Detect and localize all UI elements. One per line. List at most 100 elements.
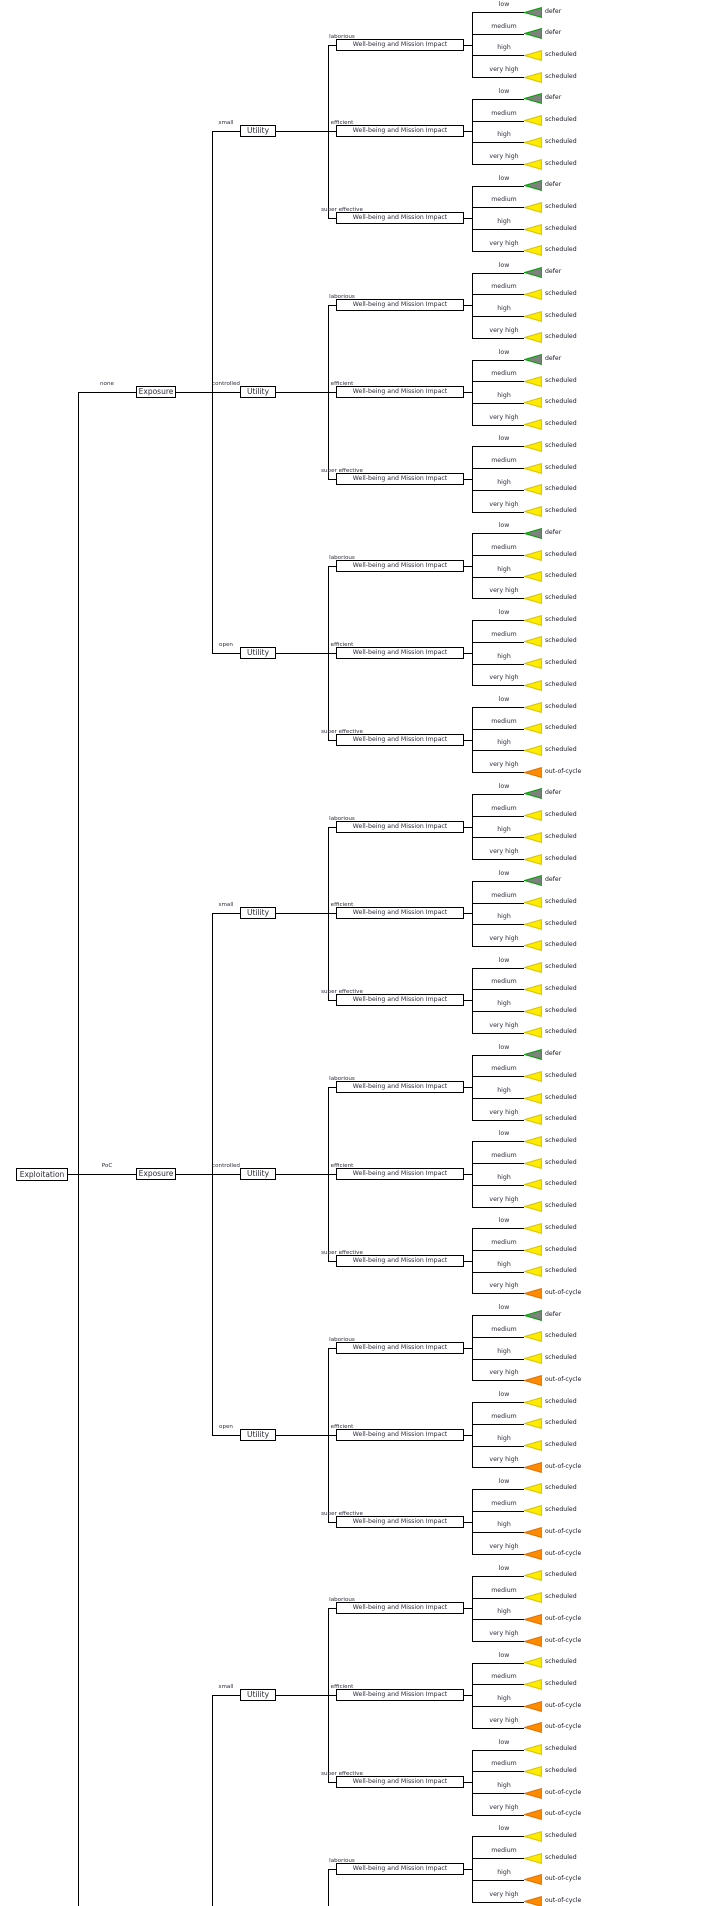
outcome-scheduled[interactable]: scheduled [524,1201,577,1212]
node-root-exploitation[interactable]: Exploitation [16,1168,68,1181]
node-utility[interactable]: Utility [240,125,276,137]
outcome-out-of-cycle[interactable]: out-of-cycle [524,1375,581,1386]
outcome-scheduled[interactable]: scheduled [524,1353,577,1364]
outcome-scheduled[interactable]: scheduled [524,832,577,843]
outcome-out-of-cycle[interactable]: out-of-cycle [524,1722,581,1733]
node-wellbeing-mission-impact[interactable]: Well-being and Mission Impact [336,1429,464,1441]
outcome-scheduled[interactable]: scheduled [524,50,577,61]
outcome-scheduled[interactable]: scheduled [524,1093,577,1104]
outcome-scheduled[interactable]: scheduled [524,137,577,148]
outcome-scheduled[interactable]: scheduled [524,810,577,821]
outcome-scheduled[interactable]: scheduled [524,1006,577,1017]
outcome-scheduled[interactable]: scheduled [524,1505,577,1516]
outcome-scheduled[interactable]: scheduled [524,1831,577,1842]
outcome-defer[interactable]: defer [524,267,561,278]
outcome-scheduled[interactable]: scheduled [524,1483,577,1494]
outcome-out-of-cycle[interactable]: out-of-cycle [524,1549,581,1560]
node-utility[interactable]: Utility [240,907,276,919]
node-wellbeing-mission-impact[interactable]: Well-being and Mission Impact [336,39,464,51]
outcome-scheduled[interactable]: scheduled [524,593,577,604]
outcome-scheduled[interactable]: scheduled [524,919,577,930]
outcome-scheduled[interactable]: scheduled [524,397,577,408]
outcome-scheduled[interactable]: scheduled [524,376,577,387]
outcome-defer[interactable]: defer [524,354,561,365]
node-wellbeing-mission-impact[interactable]: Well-being and Mission Impact [336,1255,464,1267]
outcome-scheduled[interactable]: scheduled [524,115,577,126]
outcome-out-of-cycle[interactable]: out-of-cycle [524,1701,581,1712]
outcome-out-of-cycle[interactable]: out-of-cycle [524,767,581,778]
node-exposure[interactable]: Exposure [136,1168,176,1180]
outcome-scheduled[interactable]: scheduled [524,1331,577,1342]
node-wellbeing-mission-impact[interactable]: Well-being and Mission Impact [336,560,464,572]
outcome-defer[interactable]: defer [524,788,561,799]
node-utility[interactable]: Utility [240,386,276,398]
outcome-scheduled[interactable]: scheduled [524,224,577,235]
outcome-scheduled[interactable]: scheduled [524,1027,577,1038]
node-utility[interactable]: Utility [240,1429,276,1441]
node-wellbeing-mission-impact[interactable]: Well-being and Mission Impact [336,1168,464,1180]
outcome-defer[interactable]: defer [524,93,561,104]
outcome-defer[interactable]: defer [524,1310,561,1321]
outcome-out-of-cycle[interactable]: out-of-cycle [524,1636,581,1647]
outcome-scheduled[interactable]: scheduled [524,1679,577,1690]
outcome-scheduled[interactable]: scheduled [524,1114,577,1125]
node-wellbeing-mission-impact[interactable]: Well-being and Mission Impact [336,1342,464,1354]
outcome-scheduled[interactable]: scheduled [524,680,577,691]
node-wellbeing-mission-impact[interactable]: Well-being and Mission Impact [336,907,464,919]
outcome-scheduled[interactable]: scheduled [524,1158,577,1169]
outcome-scheduled[interactable]: scheduled [524,745,577,756]
outcome-out-of-cycle[interactable]: out-of-cycle [524,1462,581,1473]
outcome-scheduled[interactable]: scheduled [524,1440,577,1451]
outcome-defer[interactable]: defer [524,528,561,539]
outcome-out-of-cycle[interactable]: out-of-cycle [524,1527,581,1538]
outcome-scheduled[interactable]: scheduled [524,571,577,582]
outcome-scheduled[interactable]: scheduled [524,1223,577,1234]
outcome-defer[interactable]: defer [524,180,561,191]
node-wellbeing-mission-impact[interactable]: Well-being and Mission Impact [336,1602,464,1614]
outcome-scheduled[interactable]: scheduled [524,245,577,256]
node-wellbeing-mission-impact[interactable]: Well-being and Mission Impact [336,473,464,485]
outcome-scheduled[interactable]: scheduled [524,658,577,669]
outcome-scheduled[interactable]: scheduled [524,311,577,322]
outcome-scheduled[interactable]: scheduled [524,723,577,734]
node-wellbeing-mission-impact[interactable]: Well-being and Mission Impact [336,1863,464,1875]
node-utility[interactable]: Utility [240,1689,276,1701]
outcome-scheduled[interactable]: scheduled [524,1570,577,1581]
node-wellbeing-mission-impact[interactable]: Well-being and Mission Impact [336,994,464,1006]
outcome-defer[interactable]: defer [524,28,561,39]
outcome-scheduled[interactable]: scheduled [524,1071,577,1082]
outcome-out-of-cycle[interactable]: out-of-cycle [524,1614,581,1625]
outcome-scheduled[interactable]: scheduled [524,1853,577,1864]
node-exposure[interactable]: Exposure [136,386,176,398]
outcome-scheduled[interactable]: scheduled [524,550,577,561]
outcome-out-of-cycle[interactable]: out-of-cycle [524,1874,581,1885]
outcome-out-of-cycle[interactable]: out-of-cycle [524,1288,581,1299]
outcome-scheduled[interactable]: scheduled [524,984,577,995]
node-wellbeing-mission-impact[interactable]: Well-being and Mission Impact [336,734,464,746]
outcome-scheduled[interactable]: scheduled [524,289,577,300]
outcome-scheduled[interactable]: scheduled [524,506,577,517]
outcome-scheduled[interactable]: scheduled [524,484,577,495]
outcome-scheduled[interactable]: scheduled [524,1418,577,1429]
outcome-scheduled[interactable]: scheduled [524,1397,577,1408]
outcome-scheduled[interactable]: scheduled [524,897,577,908]
outcome-scheduled[interactable]: scheduled [524,962,577,973]
outcome-scheduled[interactable]: scheduled [524,636,577,647]
outcome-out-of-cycle[interactable]: out-of-cycle [524,1788,581,1799]
node-wellbeing-mission-impact[interactable]: Well-being and Mission Impact [336,212,464,224]
outcome-scheduled[interactable]: scheduled [524,159,577,170]
node-wellbeing-mission-impact[interactable]: Well-being and Mission Impact [336,1776,464,1788]
outcome-scheduled[interactable]: scheduled [524,1592,577,1603]
node-wellbeing-mission-impact[interactable]: Well-being and Mission Impact [336,821,464,833]
node-wellbeing-mission-impact[interactable]: Well-being and Mission Impact [336,1689,464,1701]
outcome-scheduled[interactable]: scheduled [524,1657,577,1668]
outcome-scheduled[interactable]: scheduled [524,202,577,213]
outcome-scheduled[interactable]: scheduled [524,1266,577,1277]
node-wellbeing-mission-impact[interactable]: Well-being and Mission Impact [336,1081,464,1093]
node-wellbeing-mission-impact[interactable]: Well-being and Mission Impact [336,386,464,398]
outcome-scheduled[interactable]: scheduled [524,854,577,865]
outcome-scheduled[interactable]: scheduled [524,419,577,430]
outcome-out-of-cycle[interactable]: out-of-cycle [524,1896,581,1906]
outcome-scheduled[interactable]: scheduled [524,1179,577,1190]
outcome-scheduled[interactable]: scheduled [524,332,577,343]
